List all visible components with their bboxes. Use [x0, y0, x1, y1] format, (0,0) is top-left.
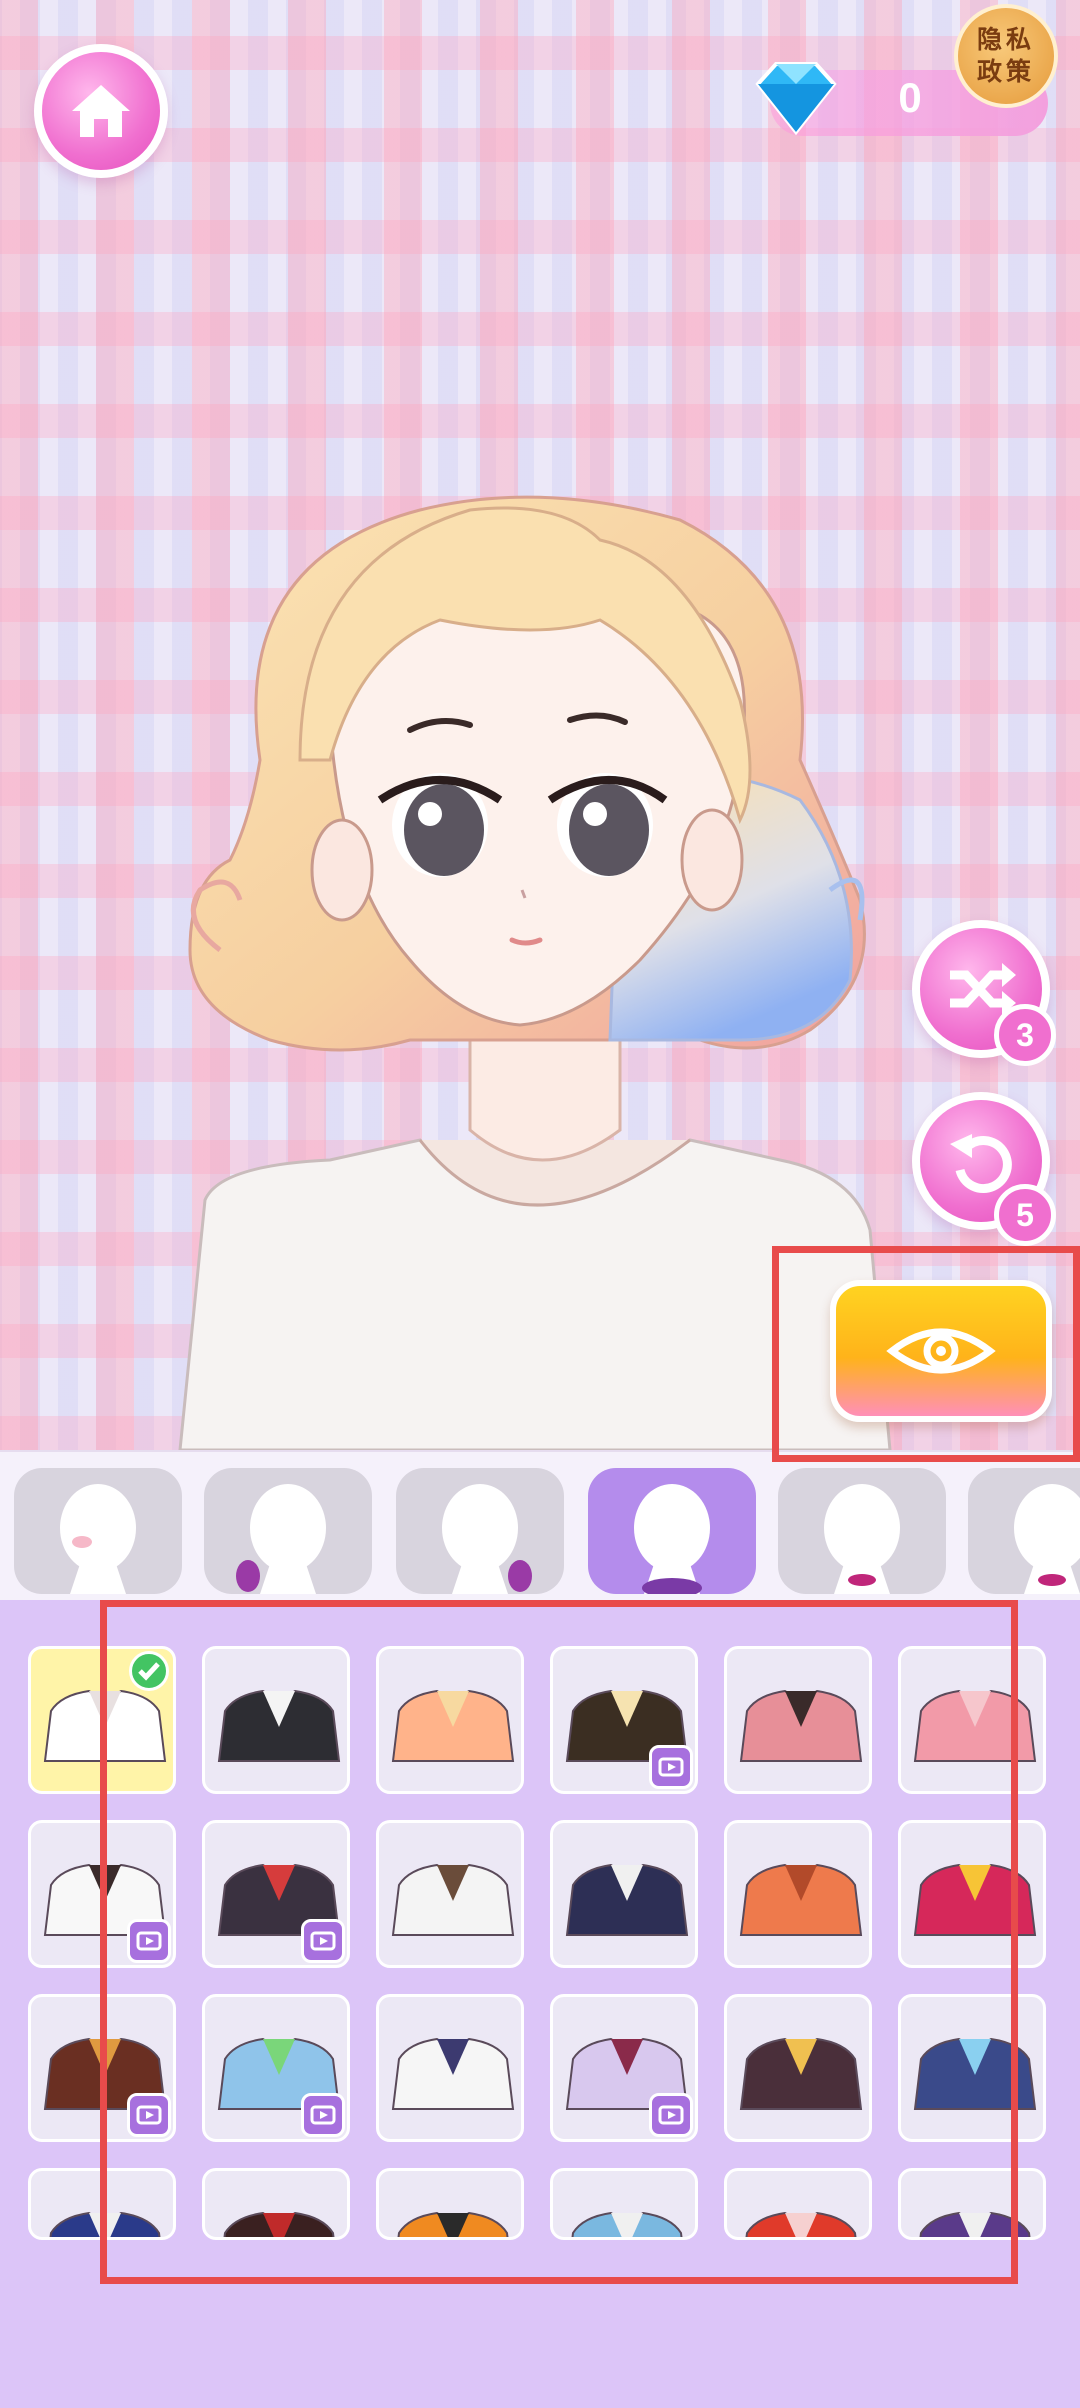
- home-button[interactable]: [34, 44, 168, 178]
- diamond-icon: [755, 62, 837, 136]
- top-silhouette-icon: [634, 1484, 710, 1594]
- category-tab-bar: [0, 1450, 1080, 1604]
- blush-silhouette-icon: [60, 1484, 136, 1594]
- category-tab-necklace[interactable]: [778, 1468, 946, 1594]
- category-tab-brooch[interactable]: [968, 1468, 1080, 1594]
- category-tab-right-hand[interactable]: [396, 1468, 564, 1594]
- brooch-silhouette-icon: [1014, 1484, 1080, 1594]
- undo-icon: [950, 1134, 1012, 1194]
- preview-stage: 0 隐私政策 3 5: [0, 0, 1080, 1450]
- highlight-box-eye: [772, 1246, 1080, 1462]
- highlight-box-item-grid: [100, 1600, 1018, 2284]
- home-icon: [72, 85, 130, 137]
- privacy-policy-label: 隐私政策: [976, 25, 1035, 86]
- left-hand-silhouette-icon: [236, 1484, 326, 1594]
- right-hand-silhouette-icon: [442, 1484, 532, 1594]
- undo-remaining-badge: 5: [994, 1184, 1056, 1246]
- character-avatar: [178, 495, 892, 1450]
- necklace-silhouette-icon: [824, 1484, 900, 1594]
- shuffle-remaining-badge: 3: [994, 1004, 1056, 1066]
- category-tab-blush[interactable]: [14, 1468, 182, 1594]
- category-tab-left-hand[interactable]: [204, 1468, 372, 1594]
- gem-count: 0: [898, 74, 922, 121]
- category-tab-top[interactable]: [588, 1468, 756, 1594]
- privacy-policy-button[interactable]: 隐私政策: [954, 4, 1058, 108]
